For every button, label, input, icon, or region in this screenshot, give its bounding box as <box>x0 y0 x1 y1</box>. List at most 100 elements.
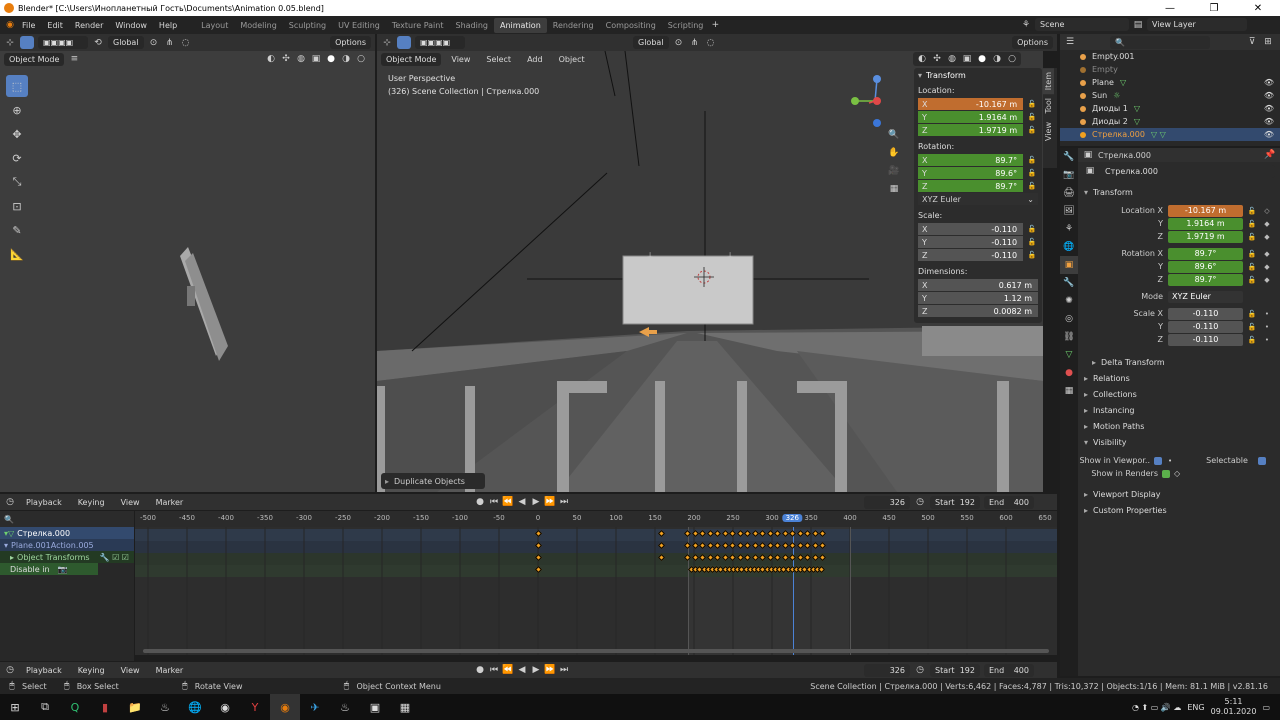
keyframe-diamond[interactable] <box>534 565 543 574</box>
keyframe-diamond[interactable] <box>698 553 707 562</box>
npanel-rotation-mode[interactable]: XYZ Euler ⌄ <box>918 193 1038 205</box>
keyframe-diamond[interactable] <box>781 553 789 562</box>
keyframe-diamond[interactable] <box>736 553 744 562</box>
channel-action[interactable]: ▾ Plane.001Action.005 <box>0 539 134 551</box>
proportional-icon[interactable]: ◌ <box>180 37 192 49</box>
next-key-icon-2[interactable]: ⏩ <box>544 664 556 676</box>
timeline2-editor-icon[interactable]: ◷ <box>4 664 16 676</box>
task-view-icon[interactable]: ⧉ <box>30 694 60 720</box>
keyframe-diamond[interactable] <box>721 553 729 562</box>
marker-menu[interactable]: Marker <box>150 498 190 507</box>
qbittorrent-icon[interactable]: Q <box>60 694 90 720</box>
npanel-dimension-x[interactable]: X 0.617 m <box>918 279 1038 291</box>
keyframe-diamond[interactable] <box>803 553 812 562</box>
npanel-dimension-z[interactable]: Z 0.0082 m <box>918 305 1038 317</box>
keyframe-diamond[interactable] <box>811 541 819 550</box>
tab-animation[interactable]: Animation <box>493 17 547 33</box>
jump-start-icon-2[interactable]: ⏮ <box>488 664 500 676</box>
tab-rendering[interactable]: Rendering <box>547 18 600 33</box>
keyframe-diamond[interactable] <box>713 529 722 538</box>
keyframe-diamond[interactable] <box>751 553 759 562</box>
prop-scale-x[interactable]: Scale X -0.110 🔓 • <box>1078 307 1280 320</box>
main-shading-render-icon[interactable]: ○ <box>1006 53 1018 65</box>
keyframe-diamond[interactable] <box>683 553 692 562</box>
tab-modeling[interactable]: Modeling <box>234 18 282 33</box>
blender-menu-icon[interactable]: ◉ <box>4 19 16 31</box>
main-visibility-icon[interactable]: ◐ <box>916 53 928 65</box>
delta-transform-section[interactable]: Delta Transform <box>1078 354 1280 370</box>
keyframe-diamond[interactable] <box>657 553 666 562</box>
keyframe-diamond[interactable] <box>758 541 767 550</box>
left-options-button[interactable]: Options <box>330 36 371 49</box>
left-orientation-dropdown[interactable]: Global <box>108 36 144 49</box>
object-name-field[interactable]: Стрелка.000 <box>1100 164 1275 178</box>
keyframe-diamond[interactable] <box>788 541 797 550</box>
output-tab-icon[interactable]: 🖨 <box>1060 184 1078 202</box>
keyframe-diamond[interactable] <box>728 553 737 562</box>
keyframe-diamond[interactable] <box>657 541 666 550</box>
visibility-section[interactable]: Visibility <box>1078 434 1280 450</box>
keyframe-diamond[interactable] <box>773 553 782 562</box>
npanel-location-x[interactable]: X -10.167 m 🔓 <box>918 98 1038 110</box>
snap-icon[interactable]: ⋔ <box>164 37 176 49</box>
keyframe-diamond[interactable] <box>788 553 797 562</box>
calculator-icon[interactable]: ▦ <box>390 694 420 720</box>
data-tab-icon[interactable]: ▽ <box>1060 346 1078 364</box>
start-frame-field-2[interactable]: Start 192 <box>930 663 980 677</box>
language-indicator[interactable]: ENG <box>1187 703 1204 712</box>
main-shading-solid-icon[interactable]: ● <box>976 53 988 65</box>
npanel-rotation-z[interactable]: Z 89.7° 🔓 <box>918 180 1038 192</box>
menu-render[interactable]: Render <box>69 21 109 30</box>
keyframe-diamond[interactable] <box>758 529 767 538</box>
relations-section[interactable]: Relations <box>1078 370 1280 386</box>
current-frame-indicator[interactable]: 326 <box>782 514 802 522</box>
keyframe-diamond[interactable] <box>743 541 752 550</box>
outliner-item[interactable]: Диоды 2 ▽ 👁 <box>1060 115 1280 128</box>
npanel-title[interactable]: ▾ Transform <box>918 71 1038 80</box>
cursor-tool[interactable]: ⊕ <box>6 99 28 121</box>
keyframe-diamond[interactable] <box>796 529 804 538</box>
keying-menu-2[interactable]: Keying <box>72 666 111 675</box>
file-explorer-icon[interactable]: 📁 <box>120 694 150 720</box>
viewport-display-section[interactable]: Viewport Display <box>1078 486 1280 502</box>
transform-section[interactable]: Transform <box>1078 184 1280 200</box>
keyframe-diamond[interactable] <box>736 541 744 550</box>
physics-tab-icon[interactable]: ◎ <box>1060 310 1078 328</box>
outliner-item[interactable]: Plane ▽ 👁 <box>1060 76 1280 89</box>
main-menu-add[interactable]: Add <box>521 55 549 64</box>
prop-rotation-x[interactable]: Rotation X 89.7° 🔓 ◆ <box>1078 247 1280 260</box>
keyframe-diamond[interactable] <box>691 529 699 538</box>
playback-menu-2[interactable]: Playback <box>20 666 68 675</box>
selection-modes[interactable]: ▣▣▣▣ <box>38 36 88 49</box>
play-reverse-icon[interactable]: ◀ <box>516 496 528 508</box>
minimize-button[interactable]: — <box>1148 0 1192 16</box>
eye-icon[interactable]: 👁 <box>1264 130 1274 139</box>
keyframe-diamond[interactable] <box>691 553 699 562</box>
camera-icon[interactable]: 🎥 <box>888 165 900 177</box>
keyframe-diamond[interactable] <box>773 541 782 550</box>
telegram-icon[interactable]: ✈ <box>300 694 330 720</box>
tab-shading[interactable]: Shading <box>449 18 494 33</box>
modifier-tab-icon[interactable]: 🔧 <box>1060 274 1078 292</box>
select-box-tool[interactable]: ⬚ <box>6 75 28 97</box>
main-editor-type-icon[interactable]: ⊹ <box>381 37 393 49</box>
keyframe-diamond[interactable] <box>534 553 543 562</box>
tab-tool[interactable]: Tool <box>1043 94 1054 118</box>
main-selection-modes[interactable]: ▣▣▣▣ <box>415 36 465 49</box>
jump-end-icon[interactable]: ⏭ <box>558 496 570 508</box>
tab-view[interactable]: View <box>1043 118 1054 145</box>
clock[interactable]: 5:11 09.01.2020 <box>1211 697 1257 717</box>
marker-menu-2[interactable]: Marker <box>150 666 190 675</box>
timeline-scrollbar[interactable] <box>143 649 1049 653</box>
menu-file[interactable]: File <box>16 21 41 30</box>
keyframe-diamond[interactable] <box>796 553 804 562</box>
keyframe-diamond[interactable] <box>713 541 722 550</box>
keyframe-diamond[interactable] <box>698 529 707 538</box>
end-frame-field[interactable]: End 400 <box>984 495 1034 509</box>
pivot-icon[interactable]: ⊙ <box>148 37 160 49</box>
render-tab-icon[interactable]: 📷 <box>1060 166 1078 184</box>
pan-hand-icon[interactable]: ✋ <box>888 147 900 159</box>
scale-tool[interactable]: ⤡ <box>6 171 28 193</box>
steam-icon[interactable]: ♨ <box>150 694 180 720</box>
npanel-scale-y[interactable]: Y -0.110 🔓 <box>918 236 1038 248</box>
